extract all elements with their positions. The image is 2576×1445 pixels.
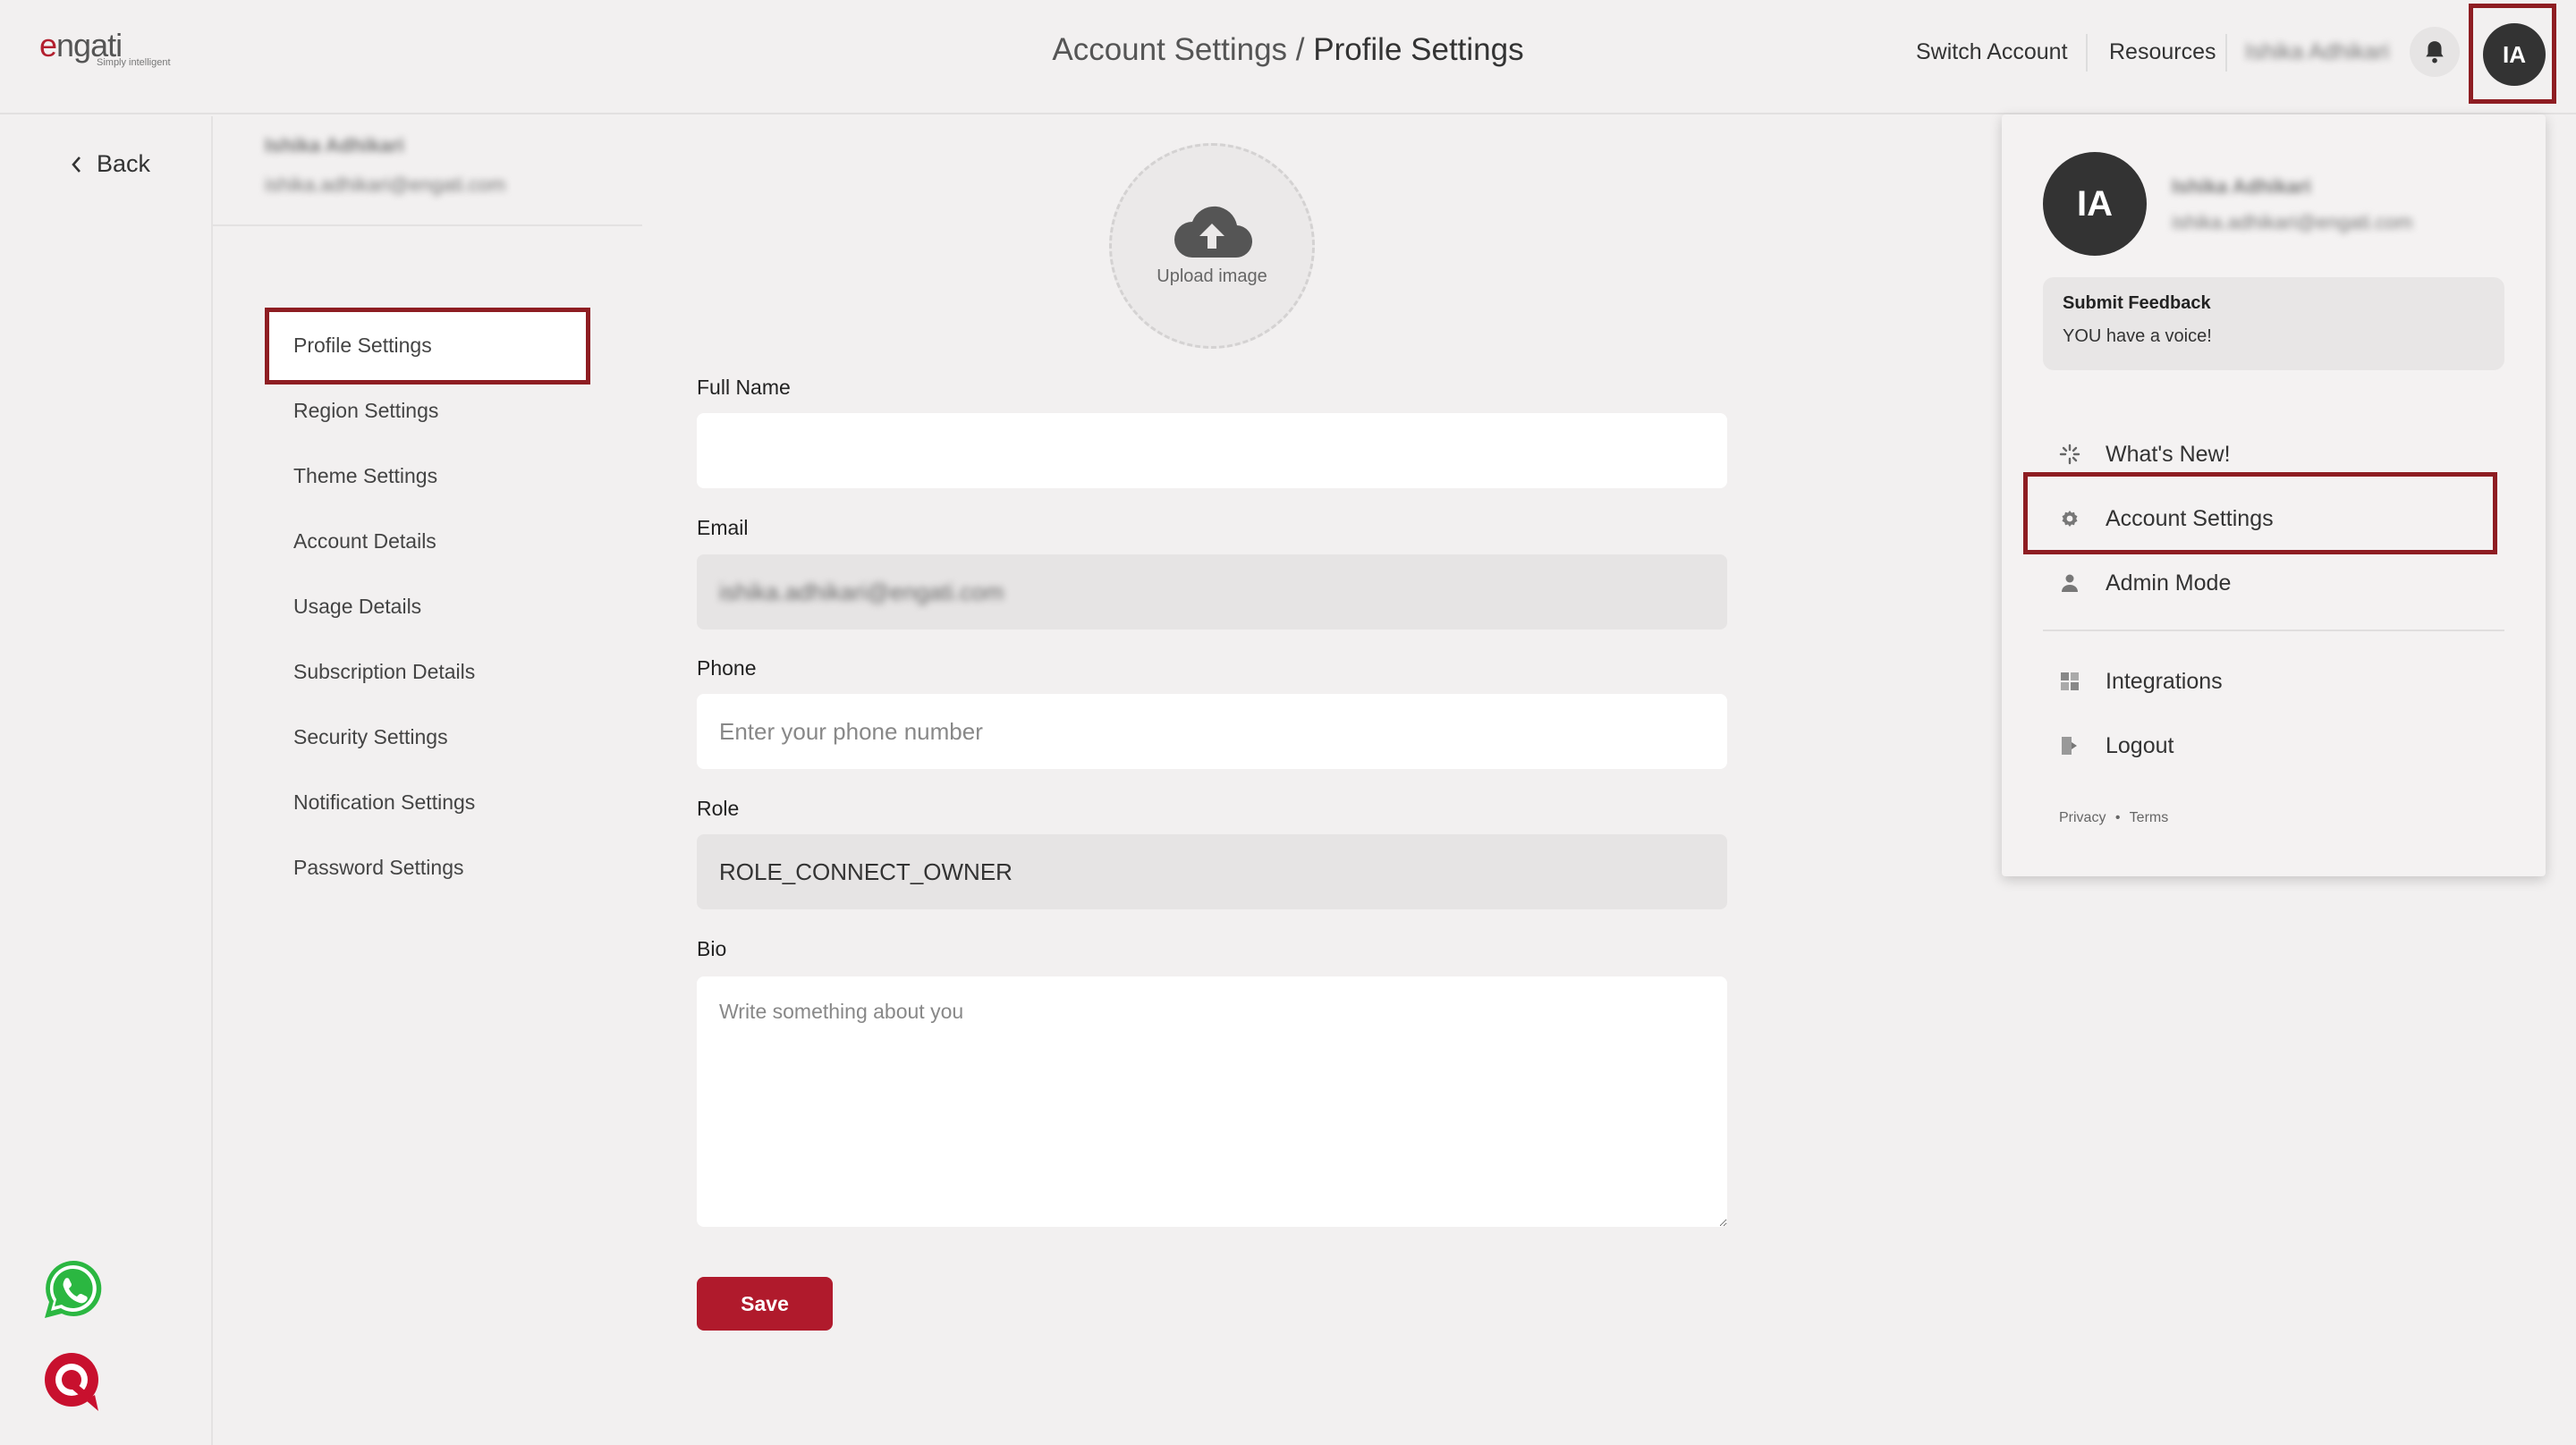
save-button[interactable]: Save: [697, 1277, 833, 1331]
switch-account-link[interactable]: Switch Account: [1916, 39, 2068, 65]
role-label: Role: [697, 797, 740, 820]
nav-user-name: Ishika Adhikari: [265, 134, 404, 156]
resources-link[interactable]: Resources: [2109, 39, 2216, 65]
chat-bubble-icon: [45, 1353, 98, 1411]
nav-divider: [213, 224, 642, 226]
bio-label: Bio: [697, 937, 727, 960]
notification-button[interactable]: [2410, 27, 2460, 77]
menu-item-label: Logout: [2106, 732, 2174, 758]
dropdown-user-email: ishika.adhikari@engati.com: [2172, 211, 2413, 233]
menu-item-admin-mode[interactable]: Admin Mode: [2057, 565, 2231, 601]
grid-icon: [2057, 669, 2082, 694]
submit-feedback-card[interactable]: Submit Feedback YOU have a voice!: [2043, 277, 2504, 370]
dropdown-user-info: Ishika Adhikari ishika.adhikari@engati.c…: [2172, 175, 2412, 234]
left-rail: [0, 116, 213, 1445]
whatsapp-icon: [45, 1260, 102, 1318]
sparkle-icon: [2057, 442, 2082, 467]
back-button[interactable]: Back: [70, 150, 150, 178]
nav-item-theme-settings[interactable]: Theme Settings: [293, 464, 437, 488]
feedback-title: Submit Feedback: [2063, 293, 2211, 313]
nav-item-notification-settings[interactable]: Notification Settings: [293, 790, 475, 815]
header-divider: [2086, 34, 2088, 72]
bell-icon: [2426, 41, 2444, 63]
full-name-label: Full Name: [697, 376, 791, 399]
avatar-button[interactable]: IA: [2483, 23, 2546, 86]
bio-textarea[interactable]: [697, 976, 1727, 1227]
breadcrumb-separator: /: [1287, 32, 1314, 67]
header-divider: [2225, 34, 2227, 72]
email-value: ishika.adhikari@engati.com: [719, 578, 1004, 605]
menu-item-account-settings[interactable]: Account Settings: [2057, 501, 2274, 537]
nav-item-account-details[interactable]: Account Details: [293, 529, 436, 553]
nav-item-subscription-details[interactable]: Subscription Details: [293, 660, 475, 684]
menu-divider: [2043, 630, 2504, 631]
phone-label: Phone: [697, 656, 757, 680]
breadcrumb-parent[interactable]: Account Settings: [1052, 32, 1287, 67]
nav-item-security-settings[interactable]: Security Settings: [293, 725, 448, 749]
role-value: ROLE_CONNECT_OWNER: [719, 858, 1013, 885]
terms-link[interactable]: Terms: [2130, 810, 2169, 825]
menu-item-logout[interactable]: Logout: [2057, 728, 2174, 764]
role-field: ROLE_CONNECT_OWNER: [697, 834, 1727, 909]
dropdown-user-name: Ishika Adhikari: [2172, 175, 2311, 198]
person-icon: [2057, 570, 2082, 596]
gear-icon: [2057, 506, 2082, 531]
upload-image-button[interactable]: Upload image: [1109, 143, 1315, 349]
engati-chat-button[interactable]: [39, 1348, 106, 1415]
nav-item-usage-details[interactable]: Usage Details: [293, 595, 421, 619]
feedback-subtitle: YOU have a voice!: [2063, 326, 2212, 346]
header-user-name: Ishika Adhikari: [2245, 39, 2390, 64]
logout-icon: [2057, 733, 2082, 758]
menu-item-label: Integrations: [2106, 668, 2223, 694]
chevron-left-icon: [72, 156, 80, 173]
upload-image-label: Upload image: [1157, 266, 1267, 286]
menu-item-integrations[interactable]: Integrations: [2057, 663, 2223, 699]
nav-item-region-settings[interactable]: Region Settings: [293, 399, 438, 423]
legal-links: Privacy • Terms: [2059, 810, 2168, 826]
back-label: Back: [97, 150, 151, 177]
nav-item-password-settings[interactable]: Password Settings: [293, 856, 463, 880]
nav-user-block: Ishika Adhikari ishika.adhikari@engati.c…: [265, 134, 505, 197]
full-name-input[interactable]: [697, 413, 1727, 488]
cloud-upload-icon: [1174, 206, 1253, 258]
legal-separator: •: [2114, 810, 2121, 825]
dropdown-avatar: IA: [2043, 152, 2147, 256]
menu-item-label: Account Settings: [2106, 505, 2274, 531]
nav-user-email: ishika.adhikari@engati.com: [265, 173, 506, 196]
breadcrumb-current: Profile Settings: [1313, 32, 1524, 67]
menu-item-label: What's New!: [2106, 441, 2231, 467]
privacy-link[interactable]: Privacy: [2059, 810, 2106, 825]
menu-item-whats-new[interactable]: What's New!: [2057, 436, 2231, 472]
email-label: Email: [697, 516, 749, 539]
menu-item-label: Admin Mode: [2106, 570, 2232, 596]
whatsapp-button[interactable]: [41, 1257, 106, 1322]
phone-input[interactable]: [697, 694, 1727, 769]
nav-item-profile-settings[interactable]: Profile Settings: [293, 334, 432, 358]
email-field: ishika.adhikari@engati.com: [697, 554, 1727, 630]
